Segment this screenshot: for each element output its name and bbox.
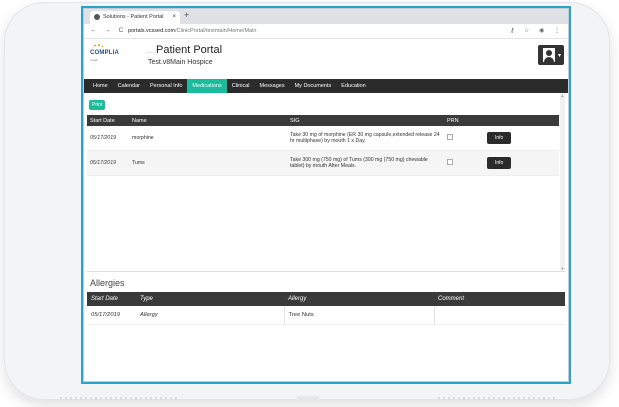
row-start-date: 05/17/2019	[87, 150, 129, 176]
table-row: 05/17/2019 Tums Take 300 mg (750 mg) of …	[87, 150, 559, 176]
url-path: /ClinicPortal/testmain/Home/Main	[175, 28, 257, 34]
home-button	[297, 396, 319, 400]
url-field[interactable]: portals.vcssed.com/ClinicPortal/testmain…	[128, 28, 256, 34]
row-name: morphine	[129, 126, 287, 151]
col-sig: SIG	[287, 115, 444, 126]
title-prefix: ......	[146, 49, 157, 55]
medications-scrollbar[interactable]: ▲ ▼	[560, 93, 565, 271]
col-start-date: Start Date	[87, 292, 136, 306]
complia-logo: COMPLIA health	[90, 44, 120, 64]
browser-tab[interactable]: Solutions - Patient Portal ×	[90, 11, 180, 24]
nav-medications[interactable]: Medications	[187, 79, 227, 93]
row-name: Tums	[129, 150, 287, 176]
nav-calendar[interactable]: Calendar	[113, 79, 145, 93]
new-tab-button[interactable]: +	[184, 10, 189, 20]
print-button[interactable]: Print	[89, 100, 106, 110]
page-title: ......Patient Portal	[146, 44, 222, 56]
tab-close-icon[interactable]: ×	[172, 11, 176, 24]
allergies-header-row: Start Date Type Allergy Comment	[87, 292, 565, 306]
tab-title: Solutions - Patient Portal	[103, 14, 164, 20]
row-sig: Take 30 mg of morphine (ER 30 mg capsule…	[287, 126, 444, 151]
col-name: Name	[129, 115, 287, 126]
browser-screen: Solutions - Patient Portal × + ← → C por…	[83, 8, 569, 382]
nav-clinical[interactable]: Clinical	[227, 79, 255, 93]
row-type: Allergy	[136, 306, 284, 325]
prn-checkbox[interactable]	[447, 134, 453, 140]
main-content: Print Start Date Name SIG PRN 05/17/2019	[84, 93, 568, 325]
allergies-title: Allergies	[90, 278, 125, 288]
speaker-grille-right	[438, 397, 558, 400]
col-start-date: Start Date	[87, 115, 129, 126]
info-button[interactable]: Info	[487, 132, 512, 144]
nav-my-documents[interactable]: My Documents	[290, 79, 337, 93]
col-type: Type	[136, 292, 284, 306]
nav-arrows-icon[interactable]: ← → C	[90, 27, 126, 34]
avatar-icon	[543, 48, 555, 62]
nav-personal-info[interactable]: Personal Info	[145, 79, 187, 93]
col-allergy: Allergy	[284, 292, 434, 306]
row-start-date: 05/17/2019	[87, 306, 136, 325]
medications-panel: Print Start Date Name SIG PRN 05/17/2019	[87, 93, 565, 272]
browser-tab-bar: Solutions - Patient Portal × +	[84, 9, 568, 24]
nav-messages[interactable]: Messages	[255, 79, 290, 93]
row-prn	[444, 150, 484, 176]
nav-education[interactable]: Education	[336, 79, 370, 93]
row-start-date: 05/17/2019	[87, 126, 129, 151]
row-sig: Take 300 mg (750 mg) of Tums (300 mg (75…	[287, 150, 444, 176]
portal-title: Patient Portal	[156, 44, 223, 56]
organization-name: Test.v8Main Hospice	[148, 59, 213, 66]
app-header: COMPLIA health ......Patient Portal Test…	[84, 39, 568, 79]
medications-table: Start Date Name SIG PRN 05/17/2019 morph…	[87, 115, 559, 176]
col-actions	[484, 115, 559, 126]
row-allergy: Tree Nuts	[283, 306, 434, 325]
scroll-up-icon[interactable]: ▲	[560, 93, 565, 98]
user-menu-button[interactable]: ▾	[538, 45, 564, 65]
row-comment	[433, 306, 565, 325]
favicon-icon	[94, 13, 100, 20]
col-prn: PRN	[444, 115, 484, 126]
address-bar: ← → C portals.vcssed.com/ClinicPortal/te…	[84, 24, 568, 39]
table-row: 05/17/2019 Allergy Tree Nuts	[87, 306, 565, 325]
col-comment: Comment	[434, 292, 565, 306]
row-prn	[444, 126, 484, 151]
prn-checkbox[interactable]	[447, 159, 453, 165]
row-actions: Info	[484, 126, 559, 151]
info-button[interactable]: Info	[487, 157, 512, 169]
logo-text: COMPLIA	[90, 50, 120, 56]
medications-header-row: Start Date Name SIG PRN	[87, 115, 559, 126]
main-nav: Home Calendar Personal Info Medications …	[84, 79, 568, 93]
nav-home[interactable]: Home	[88, 79, 113, 93]
speaker-grille-left	[60, 397, 180, 400]
row-actions: Info	[484, 150, 559, 176]
scroll-down-icon[interactable]: ▼	[560, 266, 565, 271]
browser-tools-icons[interactable]: ⚷ ☆ ◉ ⋮	[510, 27, 564, 34]
logo-sub: health	[90, 58, 99, 62]
allergies-table: Start Date Type Allergy Comment 05/17/20…	[87, 292, 565, 325]
url-host: portals.vcssed.com	[128, 28, 176, 34]
table-row: 05/17/2019 morphine Take 30 mg of morphi…	[87, 126, 559, 151]
chevron-down-icon: ▾	[557, 53, 561, 59]
